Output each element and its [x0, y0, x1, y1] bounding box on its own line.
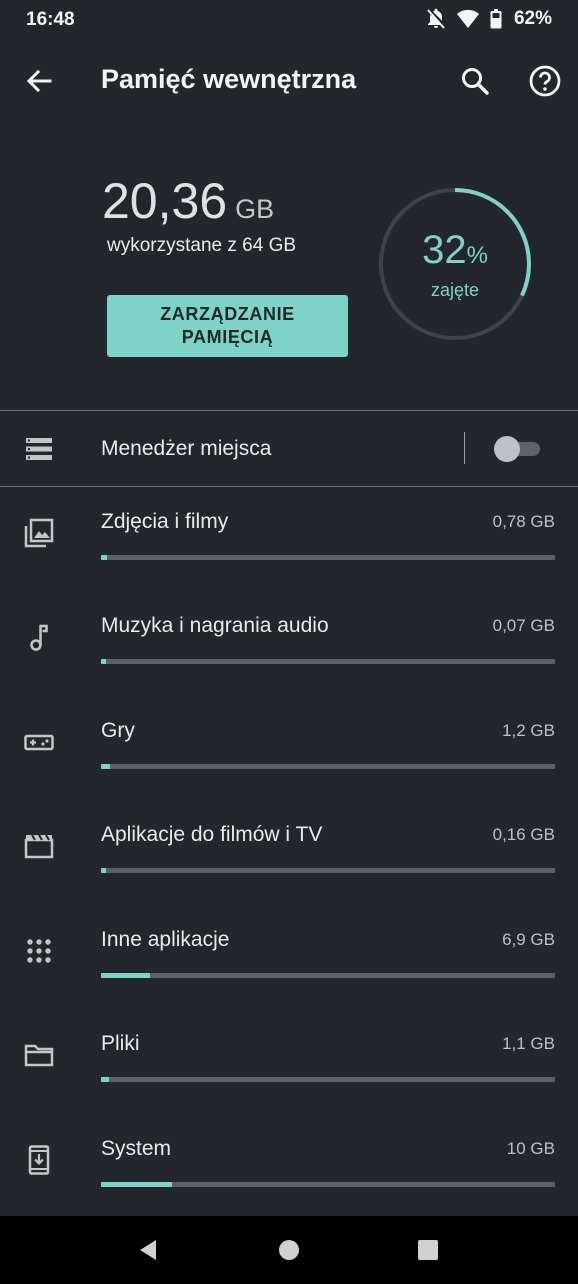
category-row[interactable]: Inne aplikacje 6,9 GB	[0, 906, 578, 1010]
storage-manager-label: Menedżer miejsca	[101, 437, 272, 460]
battery-icon	[490, 9, 502, 29]
category-usage-fill	[101, 659, 106, 664]
category-size: 6,9 GB	[502, 930, 555, 949]
category-usage-fill	[101, 555, 107, 560]
toggle-thumb	[494, 436, 520, 462]
app-bar: Pamięć wewnętrzna	[0, 50, 578, 112]
vertical-divider	[464, 432, 465, 464]
gamepad-icon	[24, 734, 54, 751]
category-row[interactable]: Pliki 1,1 GB	[0, 1010, 578, 1114]
wifi-icon	[456, 9, 479, 28]
help-icon[interactable]	[526, 62, 564, 100]
photo-icon	[24, 518, 54, 548]
status-time: 16:48	[26, 9, 75, 30]
category-size: 0,16 GB	[492, 825, 555, 844]
category-size: 10 GB	[506, 1139, 555, 1158]
category-usage-bar	[101, 973, 555, 978]
category-size: 1,2 GB	[502, 721, 555, 740]
category-name: Muzyka i nagrania audio	[101, 614, 329, 637]
category-usage-fill	[101, 1182, 172, 1187]
category-name: System	[101, 1137, 172, 1160]
movie-icon	[24, 834, 54, 859]
category-row[interactable]: Gry 1,2 GB	[0, 697, 578, 801]
category-name: Pliki	[101, 1032, 140, 1055]
category-name: Aplikacje do filmów i TV	[101, 823, 323, 846]
manage-button-line1: ZARZĄDZANIE	[160, 304, 295, 324]
usage-percent-number: 32	[422, 228, 467, 272]
storage-manager-toggle[interactable]	[494, 436, 542, 462]
apps-grid-icon	[27, 939, 51, 963]
used-storage: 20,36 GB	[102, 172, 274, 230]
category-usage-bar	[101, 764, 555, 769]
category-usage-fill	[101, 868, 106, 873]
category-usage-fill	[101, 973, 150, 978]
manage-storage-button[interactable]: ZARZĄDZANIE PAMIĘCIĄ	[107, 295, 348, 357]
system-update-icon	[28, 1145, 50, 1175]
category-name: Gry	[101, 719, 135, 742]
usage-percent: 32%	[377, 228, 533, 273]
status-icons: 62%	[426, 8, 552, 30]
nav-recents-icon[interactable]	[418, 1240, 438, 1260]
category-size: 0,78 GB	[492, 512, 555, 531]
usage-percent-symbol: %	[466, 242, 488, 269]
divider	[0, 486, 578, 487]
folder-icon	[24, 1044, 54, 1067]
nav-back-icon[interactable]	[136, 1238, 160, 1262]
used-value: 20,36	[102, 173, 228, 229]
nav-home-icon[interactable]	[279, 1240, 299, 1260]
used-of-total: wykorzystane z 64 GB	[107, 235, 297, 256]
category-row[interactable]: Zdjęcia i filmy 0,78 GB	[0, 488, 578, 592]
category-usage-fill	[101, 1077, 109, 1082]
status-bar: 16:48 62%	[0, 0, 578, 42]
category-row[interactable]: Muzyka i nagrania audio 0,07 GB	[0, 592, 578, 696]
back-arrow-icon[interactable]	[22, 64, 56, 98]
system-nav-bar	[0, 1216, 578, 1284]
category-size: 1,1 GB	[502, 1034, 555, 1053]
category-name: Zdjęcia i filmy	[101, 510, 229, 533]
category-usage-fill	[101, 764, 110, 769]
search-icon[interactable]	[458, 64, 494, 100]
category-usage-bar	[101, 1182, 555, 1187]
category-usage-bar	[101, 868, 555, 873]
category-row[interactable]: Aplikacje do filmów i TV 0,16 GB	[0, 801, 578, 905]
manage-button-line2: PAMIĘCIĄ	[181, 327, 274, 347]
category-usage-bar	[101, 659, 555, 664]
usage-label: zajęte	[430, 280, 480, 300]
category-usage-bar	[101, 555, 555, 560]
category-size: 0,07 GB	[492, 616, 555, 635]
storage-list-icon	[26, 438, 52, 460]
used-unit: GB	[235, 194, 275, 224]
category-usage-bar	[101, 1077, 555, 1082]
battery-percent: 62%	[513, 8, 552, 29]
page-title: Pamięć wewnętrzna	[101, 64, 357, 94]
category-row[interactable]: System 10 GB	[0, 1115, 578, 1219]
music-note-icon	[30, 624, 48, 651]
bell-off-icon	[427, 8, 445, 29]
divider	[0, 410, 578, 411]
category-name: Inne aplikacje	[101, 928, 230, 951]
storage-manager-row[interactable]: Menedżer miejsca	[0, 412, 578, 486]
